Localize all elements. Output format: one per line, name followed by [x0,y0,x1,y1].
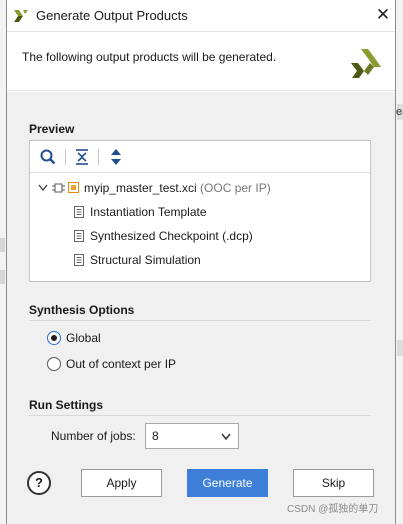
tree-root-label: myip_master_test.xci (OOC per IP) [84,177,271,199]
tree-row-root[interactable]: myip_master_test.xci (OOC per IP) [30,177,370,199]
collapse-all-icon[interactable] [72,147,92,167]
document-icon [74,254,84,266]
preview-panel: myip_master_test.xci (OOC per IP) Instan… [29,140,371,282]
tree-item-label: Synthesized Checkpoint (.dcp) [90,229,253,243]
chevron-down-icon [221,433,231,441]
header-description: The following output products will be ge… [22,50,277,64]
close-icon[interactable]: ✕ [373,6,393,26]
background-window-right-edge: ea [396,0,403,524]
tree-row[interactable]: Instantiation Template [30,201,370,223]
section-divider [29,320,371,321]
toolbar-separator [98,149,99,165]
tree-item-label: Structural Simulation [90,253,201,267]
tree-row[interactable]: Synthesized Checkpoint (.dcp) [30,225,370,247]
apply-button[interactable]: Apply [81,469,162,497]
chevron-down-icon[interactable] [38,184,48,192]
generate-output-products-dialog: Generate Output Products ✕ The following… [6,0,396,524]
xilinx-logo-icon [351,49,381,78]
window-title: Generate Output Products [36,8,188,23]
tree-item-label: Instantiation Template [90,205,207,219]
dialog-header: The following output products will be ge… [7,33,395,91]
number-of-jobs-label: Number of jobs: [51,429,136,443]
preview-toolbar [30,141,370,173]
document-icon [74,230,84,242]
section-divider [29,415,371,416]
skip-button[interactable]: Skip [293,469,374,497]
number-of-jobs-select[interactable]: 8 [145,423,239,449]
search-icon[interactable] [38,147,58,167]
background-mark [397,340,403,356]
help-button[interactable]: ? [27,471,51,495]
radio-global[interactable] [47,331,61,345]
dialog-content: Preview myip_master_test.xci (OOC per IP… [7,92,395,524]
ip-core-icon [68,182,79,193]
run-settings-label: Run Settings [29,398,103,412]
vivado-logo-icon [14,10,28,22]
background-text: ea [396,106,403,118]
watermark-text: CSDN @孤独的单刀 [287,504,379,515]
tree-root-filename: myip_master_test.xci [84,181,197,195]
background-mark [0,270,5,284]
preview-section-label: Preview [29,122,75,136]
radio-global-label[interactable]: Global [66,331,101,345]
generate-button[interactable]: Generate [187,469,268,497]
tree-row[interactable]: Structural Simulation [30,249,370,271]
number-of-jobs-value: 8 [152,429,159,443]
synthesis-options-label: Synthesis Options [29,303,135,317]
radio-out-of-context[interactable] [47,357,61,371]
expand-all-icon[interactable] [106,147,126,167]
ip-chip-icon [52,183,65,193]
toolbar-separator [65,149,66,165]
radio-out-of-context-label[interactable]: Out of context per IP [66,357,176,371]
document-icon [74,206,84,218]
title-bar[interactable]: Generate Output Products ✕ [7,0,395,32]
background-mark [0,238,5,252]
tree-root-suffix: (OOC per IP) [200,181,271,195]
